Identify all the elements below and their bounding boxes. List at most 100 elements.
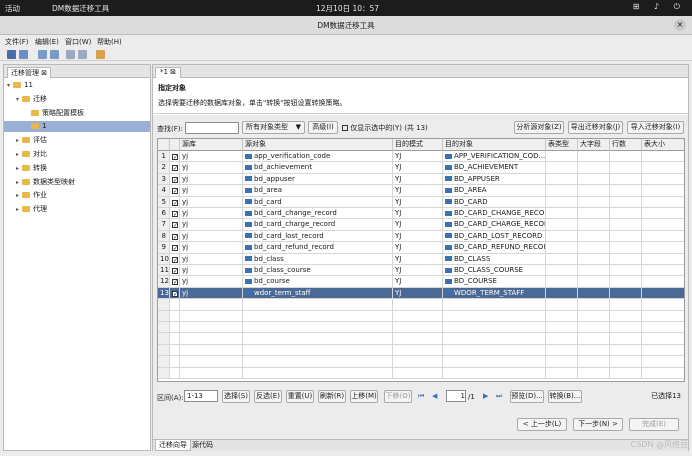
checked-box-icon[interactable]: ✓ [172, 176, 178, 183]
column-header[interactable]: 源库 [180, 139, 243, 151]
table-row[interactable]: 1 ✓ yj app_verification_code YJ APP_VERIFICAT… [158, 151, 684, 163]
advanced-button[interactable]: 高级(I) [308, 121, 338, 134]
checked-box-icon[interactable]: ✓ [172, 290, 178, 297]
menu-help[interactable]: 帮助(H) [97, 37, 122, 47]
tree-item[interactable]: ▸ 评估 [4, 135, 150, 146]
tree-item[interactable]: ▸ 代理 [4, 204, 150, 215]
reset-button[interactable]: 重置(U) [286, 390, 314, 403]
table-row[interactable]: 6 ✓ yj bd_card_change_record YJ BD_CARD_CHANG… [158, 208, 684, 220]
column-header[interactable] [158, 139, 170, 151]
checked-box-icon[interactable]: ✓ [172, 279, 178, 286]
table-row[interactable]: 5 ✓ yj bd_card YJ BD_CARD [158, 196, 684, 208]
table-row[interactable]: 11 ✓ yj bd_class_course YJ BD_CLASS_COURSE [158, 265, 684, 277]
tree-item[interactable]: ▾ 11 [4, 80, 150, 91]
row-checkbox[interactable]: ✓ [170, 196, 180, 208]
row-checkbox[interactable]: ✓ [170, 253, 180, 265]
system-tray-icons[interactable]: ⊞ ♪ ⏻ [633, 2, 686, 12]
row-checkbox[interactable]: ✓ [170, 219, 180, 231]
activities-button[interactable]: 活动 [5, 3, 20, 14]
invert-select-button[interactable]: 反选(E) [254, 390, 282, 403]
clock[interactable]: 12月10日 10：57 [316, 3, 379, 14]
home-icon[interactable] [96, 50, 105, 59]
tree-item[interactable]: ▸ 转换 [4, 163, 150, 174]
column-header[interactable]: 表类型 [546, 139, 578, 151]
column-header[interactable]: 大字段 [578, 139, 610, 151]
object-type-select[interactable]: 所有对象类型 ▼ [242, 121, 305, 134]
column-header[interactable]: 行数 [610, 139, 642, 151]
row-checkbox[interactable]: ✓ [170, 162, 180, 174]
save-all-icon[interactable] [19, 50, 28, 59]
row-checkbox[interactable]: ✓ [170, 173, 180, 186]
table-row[interactable]: 3 ✓ yj bd_appuser YJ BD_APPUSER [158, 173, 684, 186]
back-icon[interactable] [66, 50, 75, 59]
table-row[interactable]: 2 ✓ yj bd_achievement YJ BD_ACHIEVEMENT [158, 162, 684, 174]
tab-migration-1[interactable]: *1 ⊠ [155, 67, 182, 78]
row-checkbox[interactable]: ✓ [170, 265, 180, 277]
menu-edit[interactable]: 编辑(E) [35, 37, 59, 47]
checked-box-icon[interactable]: ✓ [172, 165, 178, 172]
select-button[interactable]: 选择(S) [222, 390, 250, 403]
column-header[interactable]: 目的对象 [443, 139, 546, 151]
preview-button[interactable]: 预览(D)... [510, 390, 544, 403]
window-close-button[interactable]: × [674, 19, 686, 31]
column-header[interactable]: 源对象 [243, 139, 393, 151]
row-checkbox[interactable]: ✓ [170, 151, 180, 163]
forward-icon[interactable] [78, 50, 87, 59]
row-checkbox[interactable]: ✓ [170, 185, 180, 197]
refresh-button[interactable]: 刷新(R) [318, 390, 346, 403]
save-icon[interactable] [7, 50, 16, 59]
tree-item[interactable]: ▸ 作业 [4, 190, 150, 201]
column-header[interactable] [170, 139, 180, 151]
row-checkbox[interactable]: ✓ [170, 276, 180, 288]
only-selected-checkbox[interactable]: 仅显示选中的(Y) (共 13) [342, 123, 428, 133]
tree-item[interactable]: ▾ 迁移 [4, 94, 150, 105]
export-objects-button[interactable]: 导出迁移对象(J) [568, 121, 623, 134]
transform-button[interactable]: 转换(B)... [548, 390, 582, 403]
column-header[interactable]: 目的模式 [393, 139, 443, 151]
move-up-button[interactable]: 上移(M) [350, 390, 378, 403]
prev-page-icon[interactable]: ◀ [432, 392, 437, 400]
table-row[interactable]: 13 ✓ yj wdor_term_staff YJ WDOR_TERM_STAFF [158, 287, 684, 300]
column-header[interactable]: 表大小 [642, 139, 684, 151]
row-checkbox[interactable]: ✓ [170, 287, 180, 300]
tree-item[interactable]: ▸ 对比 [4, 149, 150, 160]
tree-item[interactable]: 策略配置模板 [4, 108, 150, 119]
tab-source-code[interactable]: 源代码 [189, 440, 216, 451]
checked-box-icon[interactable]: ✓ [172, 268, 178, 275]
range-input[interactable]: 1-13 [184, 390, 218, 402]
active-app-label[interactable]: DM数据迁移工具 [52, 3, 109, 14]
move-down-button[interactable]: 下移(O) [384, 390, 412, 403]
undo-icon[interactable] [38, 50, 47, 59]
first-page-icon[interactable]: ⏮ [418, 392, 424, 401]
menu-window[interactable]: 窗口(W) [65, 37, 91, 47]
table-row[interactable]: 4 ✓ yj bd_area YJ BD_AREA [158, 185, 684, 197]
table-row[interactable]: 8 ✓ yj bd_card_lost_record YJ BD_CARD_LOST_RE… [158, 230, 684, 243]
tab-migration-manager[interactable]: 迁移管理 ⊠ [7, 67, 52, 78]
table-row[interactable]: 10 ✓ yj bd_class YJ BD_CLASS [158, 253, 684, 265]
checked-box-icon[interactable]: ✓ [172, 199, 178, 206]
checked-box-icon[interactable]: ✓ [172, 222, 178, 229]
table-row[interactable]: 9 ✓ yj bd_card_refund_record YJ BD_CARD_REFUN… [158, 242, 684, 254]
checked-box-icon[interactable]: ✓ [172, 256, 178, 263]
table-row[interactable]: 12 ✓ yj bd_course YJ BD_COURSE [158, 276, 684, 288]
menu-file[interactable]: 文件(F) [5, 37, 29, 47]
checked-box-icon[interactable]: ✓ [172, 211, 178, 218]
row-checkbox[interactable]: ✓ [170, 208, 180, 220]
search-input[interactable] [185, 122, 239, 134]
next-page-icon[interactable]: ▶ [483, 392, 488, 400]
checked-box-icon[interactable]: ✓ [172, 154, 178, 161]
checked-box-icon[interactable]: ✓ [172, 233, 178, 240]
finish-button[interactable]: 完成(E) [629, 418, 679, 431]
tab-wizard[interactable]: 迁移向导 [155, 440, 191, 451]
row-checkbox[interactable]: ✓ [170, 242, 180, 254]
checked-box-icon[interactable]: ✓ [172, 188, 178, 195]
checked-box-icon[interactable]: ✓ [172, 245, 178, 252]
last-page-icon[interactable]: ⏭ [496, 392, 502, 401]
previous-step-button[interactable]: < 上一步(L) [517, 418, 567, 431]
tree-item[interactable]: 1 [4, 121, 150, 133]
import-objects-button[interactable]: 导入迁移对象(I) [627, 121, 684, 134]
tree-item[interactable]: ▸ 数据类型映射 [4, 177, 150, 188]
row-checkbox[interactable]: ✓ [170, 230, 180, 243]
analyze-source-button[interactable]: 分析源对象(Z) [514, 121, 564, 134]
next-step-button[interactable]: 下一步(N) > [573, 418, 623, 431]
